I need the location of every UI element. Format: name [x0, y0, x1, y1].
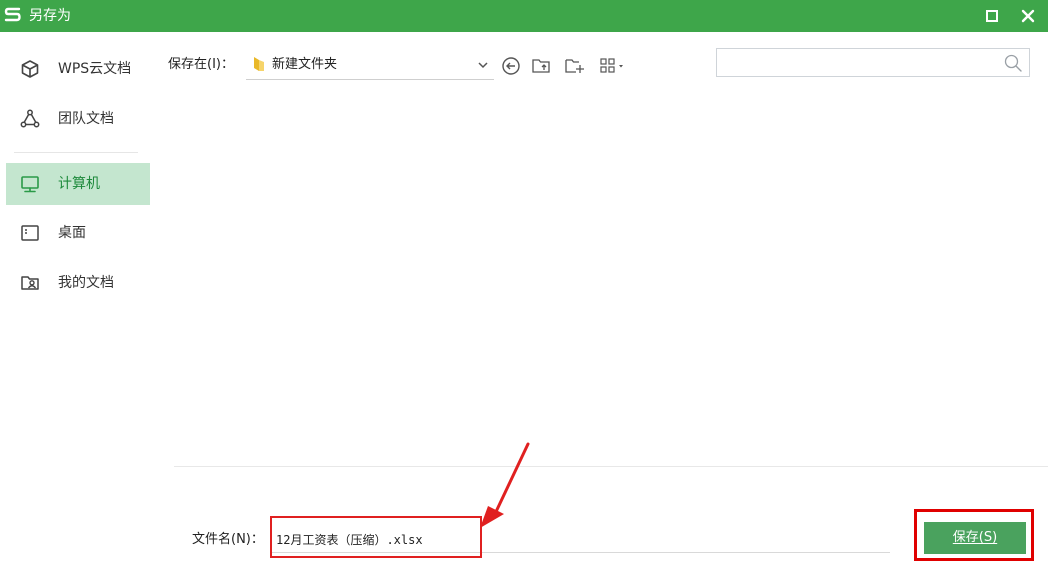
my-documents-icon — [21, 276, 39, 290]
save-button[interactable]: 保存(S) — [924, 522, 1026, 554]
search-input[interactable] — [723, 53, 993, 73]
folder-icon — [254, 57, 264, 71]
sidebar-item-label: 桌面 — [58, 225, 86, 241]
sidebar-item-label: 计算机 — [58, 176, 100, 192]
search-box — [716, 48, 1030, 77]
save-in-dropdown[interactable]: 新建文件夹 — [246, 50, 494, 80]
sidebar-item-my-documents[interactable]: 我的文档 — [6, 262, 150, 304]
save-in-label: 保存在(I)： — [168, 57, 234, 72]
window-title: 另存为 — [29, 8, 71, 24]
file-list-area[interactable] — [160, 92, 1048, 464]
title-bar: 另存为 — [0, 0, 1048, 32]
chevron-down-icon[interactable] — [476, 58, 490, 72]
sidebar-item-desktop[interactable]: 桌面 — [6, 212, 150, 254]
computer-icon — [21, 176, 39, 193]
current-folder-text: 新建文件夹 — [272, 57, 338, 72]
search-icon[interactable] — [1003, 53, 1023, 73]
sidebar-item-wps-cloud[interactable]: WPS云文档 — [6, 48, 150, 90]
filename-field — [270, 523, 890, 553]
cloud-cube-icon — [21, 60, 39, 78]
up-folder-icon[interactable] — [530, 55, 552, 77]
close-icon[interactable] — [1019, 7, 1037, 25]
sidebar-item-computer[interactable]: 计算机 — [6, 163, 150, 205]
new-folder-icon[interactable] — [563, 55, 585, 77]
sidebar-divider — [14, 152, 138, 153]
sidebar-item-label: WPS云文档 — [58, 61, 132, 77]
sidebar-item-label: 团队文档 — [58, 111, 114, 127]
filename-label: 文件名(N)： — [192, 532, 264, 547]
desktop-icon — [21, 225, 39, 241]
maximize-icon[interactable] — [984, 8, 1000, 24]
save-button-label: 保存(S) — [952, 530, 998, 545]
filename-input[interactable] — [276, 529, 876, 549]
team-icon — [20, 109, 40, 128]
footer-divider — [174, 466, 1048, 467]
back-icon[interactable] — [500, 55, 522, 77]
sidebar: WPS云文档 团队文档 计算机 桌面 我的文档 — [0, 32, 160, 561]
sidebar-item-team-docs[interactable]: 团队文档 — [6, 98, 150, 140]
wps-logo-icon — [4, 7, 21, 22]
annotation-arrow-icon — [480, 442, 530, 528]
sidebar-item-label: 我的文档 — [58, 275, 114, 291]
view-mode-icon[interactable] — [598, 55, 632, 77]
